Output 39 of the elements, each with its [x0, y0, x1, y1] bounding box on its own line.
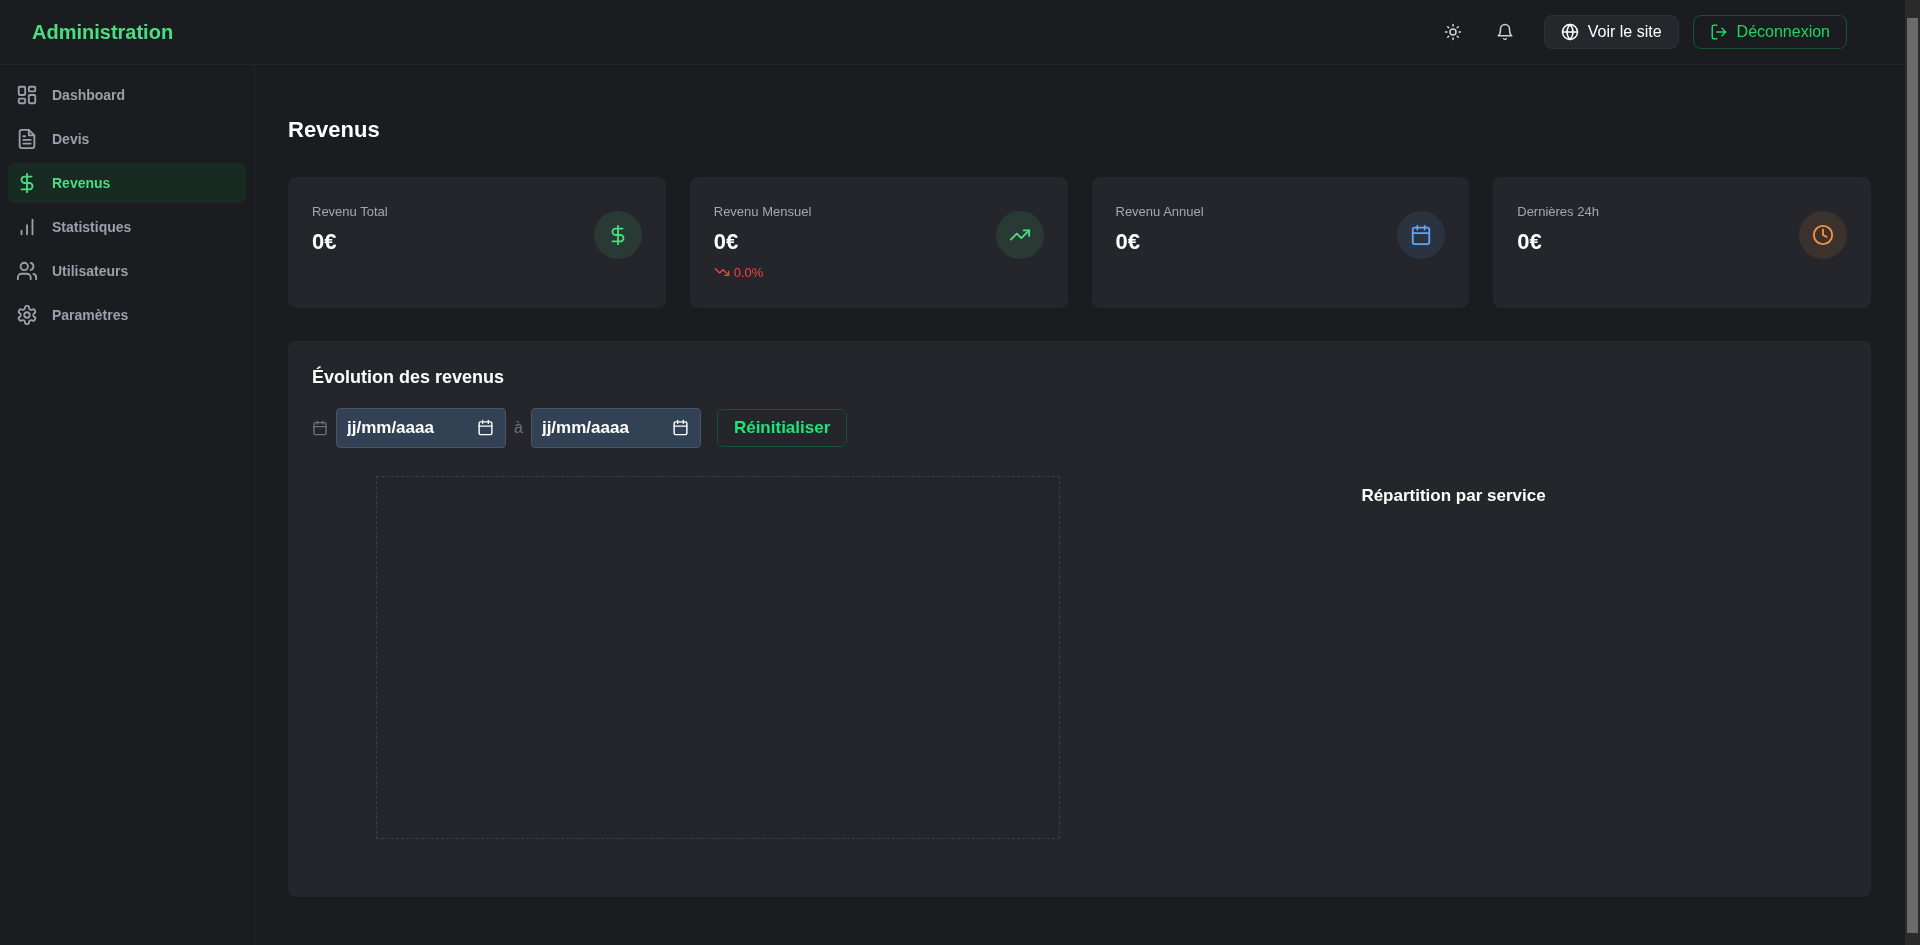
- stat-label: Dernières 24h: [1517, 204, 1599, 219]
- stat-label: Revenu Total: [312, 204, 388, 219]
- calendar-icon: [477, 419, 494, 436]
- stat-label: Revenu Annuel: [1115, 204, 1204, 219]
- reset-button[interactable]: Réinitialiser: [716, 409, 848, 447]
- sidebar-item[interactable]: Devis: [8, 119, 246, 159]
- sun-icon: [1443, 23, 1462, 41]
- document-icon: [16, 128, 38, 150]
- sidebar-item[interactable]: Utilisateurs: [8, 251, 246, 291]
- sidebar-item[interactable]: Paramètres: [8, 295, 246, 335]
- panel-title: Évolution des revenus: [312, 367, 506, 388]
- sidebar-item[interactable]: Statistiques: [8, 207, 246, 247]
- bell-icon: [1495, 23, 1514, 41]
- app-title: Administration: [32, 20, 174, 44]
- globe-icon: [1560, 23, 1579, 41]
- clock-icon: [1812, 224, 1834, 246]
- view-site-button[interactable]: Voir le site: [1543, 15, 1679, 49]
- calendar-icon: [1410, 224, 1433, 246]
- trend-value: 0.0%: [733, 264, 764, 280]
- calendar-icon: [671, 419, 689, 436]
- logout-icon: [1709, 23, 1728, 41]
- dashboard-grid-icon: [16, 84, 38, 106]
- date-field[interactable]: jj/mm/aaaa: [336, 408, 506, 448]
- settings-icon: [16, 304, 38, 326]
- stat-value: 0€: [713, 229, 740, 255]
- stat-value: 0€: [1115, 229, 1141, 255]
- breakdown-title: Répartition par service: [1361, 486, 1546, 507]
- scrollbar[interactable]: [1905, 0, 1920, 945]
- calendar-icon: [312, 420, 328, 436]
- range-separator: à: [514, 419, 523, 437]
- sidebar-item[interactable]: Dashboard: [8, 75, 246, 115]
- stat-value: 0€: [1517, 229, 1543, 255]
- sidebar-item[interactable]: Revenus: [8, 163, 246, 203]
- logout-button[interactable]: Déconnexion: [1692, 15, 1847, 49]
- date-field[interactable]: jj/mm/aaaa: [530, 408, 701, 448]
- page-title: Revenus: [288, 117, 381, 143]
- stat-value: 0€: [312, 229, 338, 255]
- stat-label: Revenu Mensuel: [713, 204, 812, 219]
- users-icon: [16, 260, 38, 282]
